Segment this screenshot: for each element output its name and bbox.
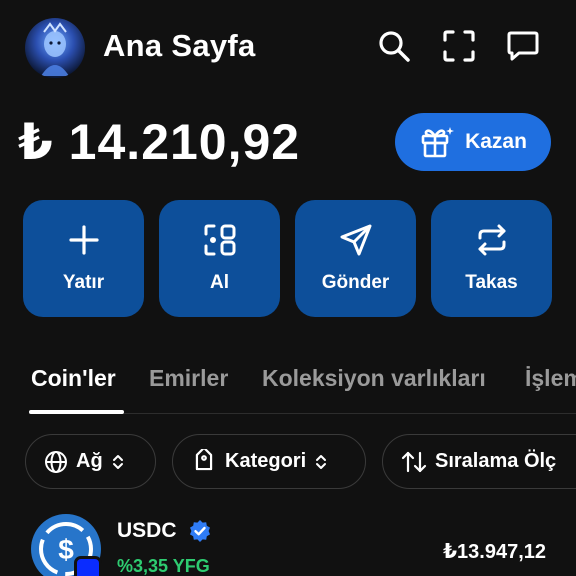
swap-icon: [478, 224, 505, 256]
earn-button[interactable]: Kazan: [395, 113, 551, 171]
sort-icon: [401, 451, 427, 472]
updown-chevron-icon: [112, 454, 123, 469]
tab-orders[interactable]: Emirler: [149, 365, 228, 392]
buy-label: Al: [210, 272, 229, 293]
coin-name: USDC: [117, 519, 177, 542]
buy-button[interactable]: Al: [159, 200, 280, 317]
buy-icon: [204, 224, 235, 256]
filter-bar: Ağ Kategori Sıralama Ölç: [0, 434, 576, 490]
send-button[interactable]: Gönder: [295, 200, 416, 317]
sort-filter[interactable]: Sıralama Ölç: [382, 434, 576, 489]
category-filter[interactable]: Kategori: [172, 434, 366, 489]
send-label: Gönder: [321, 272, 390, 293]
scan-icon[interactable]: [441, 28, 477, 64]
page-title: Ana Sayfa: [103, 28, 256, 63]
search-icon[interactable]: [376, 28, 412, 64]
coin-value: ₺13.947,12: [443, 541, 546, 563]
tag-icon: [195, 448, 213, 470]
network-filter-label: Ağ: [76, 450, 103, 472]
gift-icon: [421, 127, 455, 158]
send-icon: [340, 224, 371, 256]
asset-tabs: Coin'ler Emirler Koleksiyon varlıkları İ…: [0, 355, 576, 415]
earn-button-label: Kazan: [465, 130, 527, 153]
tab-coins[interactable]: Coin'ler: [31, 365, 116, 392]
plus-icon: [68, 225, 99, 255]
tab-collectibles[interactable]: Koleksiyon varlıkları: [262, 365, 486, 392]
chat-icon[interactable]: [505, 28, 541, 64]
active-tab-indicator: [29, 410, 124, 414]
swap-label: Takas: [465, 272, 518, 293]
sort-filter-label: Sıralama Ölç: [435, 450, 557, 472]
quick-actions: Yatır Al Gönder Takas: [23, 200, 553, 318]
profile-avatar[interactable]: [25, 18, 85, 78]
svg-text:$: $: [58, 534, 74, 565]
tab-transactions[interactable]: İşlem: [525, 365, 576, 392]
updown-chevron-icon: [316, 454, 327, 469]
verified-badge-icon: [190, 520, 210, 542]
globe-icon: [45, 450, 67, 473]
total-balance: ₺ 14.210,92: [18, 114, 301, 170]
chain-badge-icon: [74, 556, 102, 576]
network-filter[interactable]: Ağ: [25, 434, 156, 489]
coin-list-item[interactable]: $ USDC %3,35 YFG ₺13.947,12: [0, 510, 576, 576]
swap-button[interactable]: Takas: [431, 200, 552, 317]
category-filter-label: Kategori: [225, 450, 307, 472]
app-header: Ana Sayfa: [0, 0, 576, 100]
deposit-label: Yatır: [62, 272, 105, 293]
coin-apy: %3,35 YFG: [117, 556, 210, 576]
deposit-button[interactable]: Yatır: [23, 200, 144, 317]
